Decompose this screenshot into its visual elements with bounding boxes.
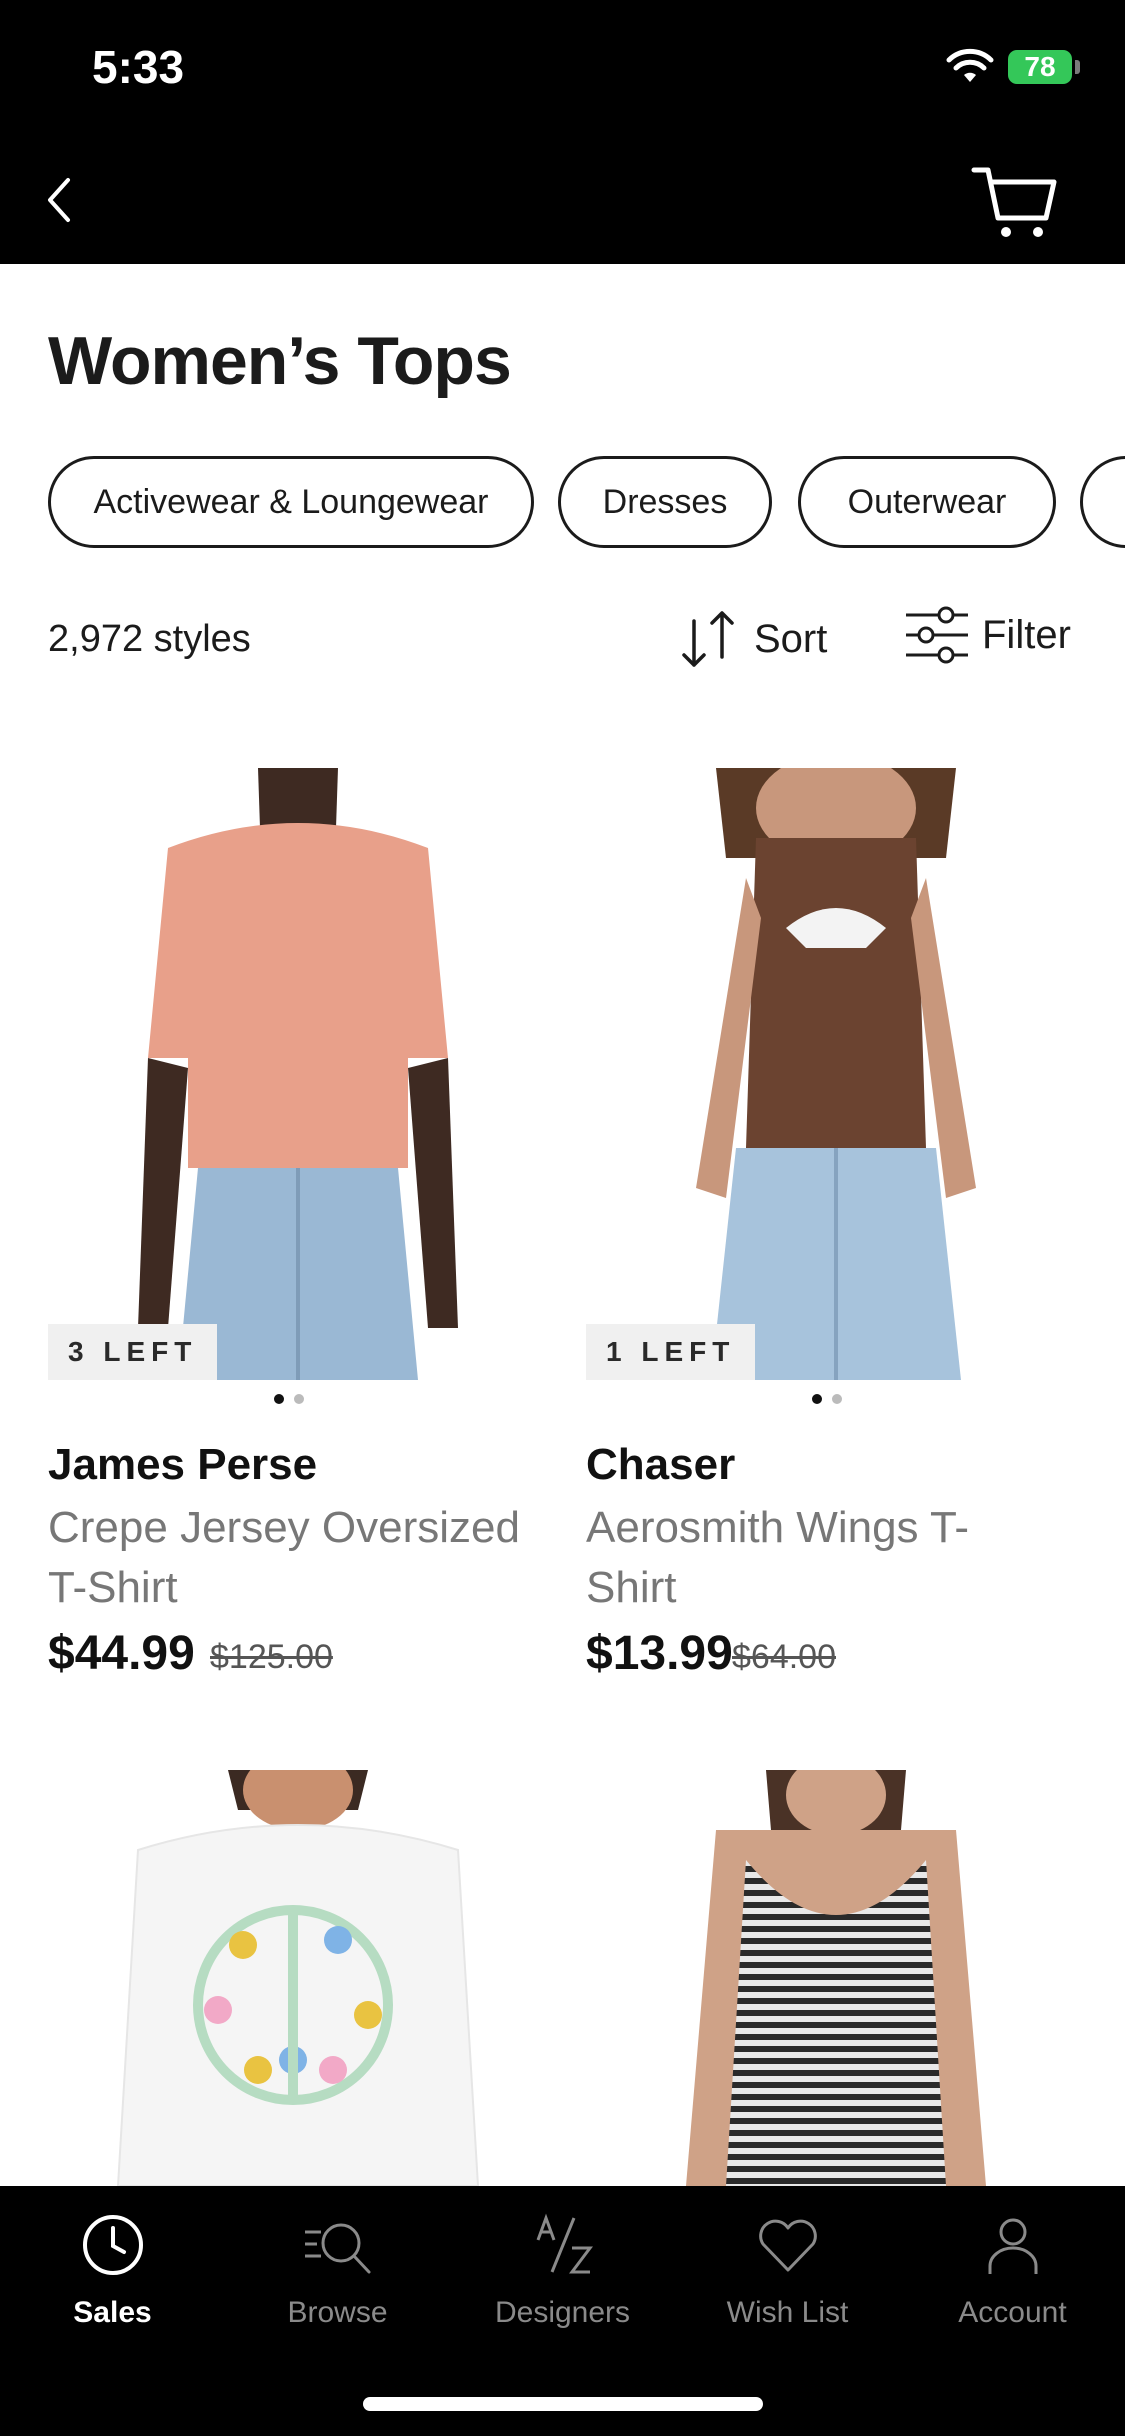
stock-badge: 3 LEFT — [48, 1324, 218, 1380]
tab-sales[interactable]: Sales — [0, 2210, 225, 2360]
image-pager-dots — [812, 1394, 852, 1406]
product-name-line1: Crepe Jersey Oversized — [48, 1503, 520, 1552]
back-chevron-icon[interactable] — [40, 170, 80, 230]
tab-label: Sales — [73, 2296, 152, 2329]
sort-arrows-icon — [682, 611, 734, 667]
product-price: $13.99 — [586, 1627, 733, 1680]
pager-dot — [294, 1394, 304, 1404]
battery-nub — [1075, 60, 1080, 74]
chip-activewear[interactable]: Activewear & Loungewear — [48, 456, 534, 548]
chip-dresses[interactable]: Dresses — [558, 456, 772, 548]
pager-dot-active — [274, 1394, 284, 1404]
tab-browse[interactable]: Browse — [225, 2210, 450, 2360]
tab-designers[interactable]: Designers — [450, 2210, 675, 2360]
home-indicator[interactable] — [363, 2397, 763, 2411]
product-price: $44.99 — [48, 1627, 195, 1680]
product-photo — [586, 1770, 1086, 2186]
product-brand: Chaser — [586, 1440, 736, 1489]
search-icon — [304, 2223, 370, 2274]
tab-label: Designers — [494, 2296, 631, 2329]
product-card-peace-tee[interactable] — [48, 1770, 548, 2186]
chip-outerwear[interactable]: Outerwear — [798, 456, 1056, 548]
person-icon — [988, 2218, 1037, 2274]
product-brand: James Perse — [48, 1440, 318, 1489]
nav-bar — [0, 130, 1125, 264]
wifi-icon — [946, 48, 994, 82]
image-pager-dots — [274, 1394, 314, 1406]
heart-icon — [758, 2219, 817, 2272]
tab-wish-list[interactable]: Wish List — [675, 2210, 900, 2360]
stock-badge: 1 LEFT — [586, 1324, 756, 1380]
product-photo — [586, 768, 1086, 1380]
product-name-line1: Aerosmith Wings T- — [586, 1503, 970, 1552]
product-name-line2: Shirt — [586, 1563, 677, 1612]
category-chips: Activewear & Loungewear Dresses Outerwea… — [48, 456, 1125, 552]
filter-sliders-icon — [906, 606, 968, 664]
clock-icon — [82, 2215, 143, 2275]
pager-dot — [832, 1394, 842, 1404]
page-title: Women’s Tops — [48, 323, 512, 399]
status-time: 5:33 — [92, 41, 185, 93]
product-card-chaser[interactable]: 1 LEFT Chaser Aerosmith Wings T- Shirt $… — [586, 768, 1086, 1680]
product-name-line2: T-Shirt — [48, 1563, 178, 1612]
status-bar: 5:33 78 — [0, 0, 1125, 130]
sort-button[interactable]: Sort — [676, 604, 827, 674]
pager-dot-active — [812, 1394, 822, 1404]
styles-count: 2,972 styles — [48, 618, 251, 660]
product-image[interactable]: 3 LEFT — [48, 768, 548, 1380]
cart-icon[interactable] — [970, 156, 1060, 246]
battery-icon: 78 — [1008, 50, 1072, 84]
chip-more[interactable] — [1080, 456, 1125, 548]
filter-button[interactable]: Filter — [904, 600, 1071, 670]
product-photo — [48, 768, 548, 1380]
tab-account[interactable]: Account — [900, 2210, 1125, 2360]
product-card-striped-tank[interactable] — [586, 1770, 1086, 2186]
product-original-price: $64.00 — [732, 1638, 836, 1676]
product-image[interactable]: 1 LEFT — [586, 768, 1086, 1380]
az-icon — [536, 2213, 593, 2274]
product-photo — [48, 1770, 548, 2186]
tab-label: Wish List — [726, 2296, 849, 2329]
product-card-james-perse[interactable]: 3 LEFT James Perse Crepe Jersey Oversize… — [48, 768, 548, 1680]
product-original-price: $125.00 — [210, 1638, 333, 1676]
filter-label: Filter — [982, 612, 1071, 657]
battery-level: 78 — [1024, 51, 1056, 82]
tab-label: Account — [958, 2296, 1067, 2329]
sort-label: Sort — [754, 616, 828, 661]
tab-label: Browse — [287, 2296, 388, 2329]
